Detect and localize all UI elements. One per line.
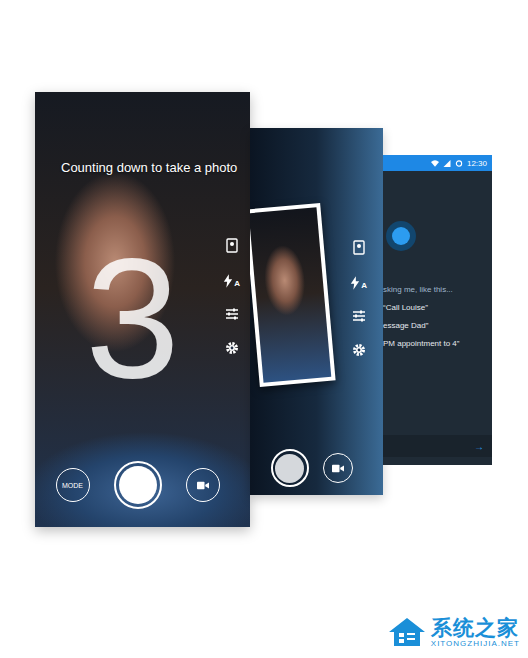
- example-phrase[interactable]: “Call Louise”: [383, 303, 488, 312]
- settings-gear-icon[interactable]: [351, 342, 367, 358]
- review-screen: A: [250, 128, 383, 495]
- assistant-prompt: sking me, like this...: [383, 285, 488, 294]
- next-arrow[interactable]: →: [474, 441, 484, 452]
- example-phrase[interactable]: PM appointment to 4”: [383, 339, 488, 348]
- camera-tools: A: [223, 238, 240, 356]
- wifi-icon: [431, 160, 439, 167]
- flash-toggle[interactable]: A: [223, 272, 240, 288]
- house-logo-icon: [387, 616, 427, 648]
- assistant-screen: 12:30 sking me, like this... “Call Louis…: [383, 155, 492, 465]
- countdown-number: 3: [85, 233, 180, 403]
- video-button[interactable]: [186, 468, 220, 502]
- adjust-icon[interactable]: [351, 308, 367, 324]
- settings-gear-icon[interactable]: [224, 340, 240, 356]
- camera-screen: Counting down to take a photo 3 A MODE: [35, 92, 250, 527]
- assistant-orb[interactable]: [386, 221, 416, 251]
- photo-thumbnail[interactable]: [250, 203, 336, 387]
- status-time: 12:30: [467, 159, 487, 168]
- video-camera-icon: [197, 481, 209, 490]
- camera-controls: MODE: [35, 461, 250, 527]
- video-button[interactable]: [323, 453, 353, 483]
- review-tools: A: [350, 240, 367, 358]
- shutter-button[interactable]: [271, 449, 309, 487]
- flash-icon: [350, 276, 360, 290]
- watermark: 系统之家 XITONGZHIJIA.NET: [387, 616, 520, 648]
- mode-button[interactable]: MODE: [56, 468, 90, 502]
- watermark-url: XITONGZHIJIA.NET: [431, 639, 520, 648]
- signal-icon: [443, 160, 451, 167]
- assistant-input-bar: →: [383, 435, 492, 457]
- countdown-caption: Counting down to take a photo: [35, 92, 250, 175]
- flash-icon: [223, 274, 233, 288]
- switch-camera-icon[interactable]: [224, 238, 240, 254]
- example-phrase[interactable]: essage Dad”: [383, 321, 488, 330]
- watermark-name: 系统之家: [431, 616, 520, 639]
- shutter-button[interactable]: [114, 461, 162, 509]
- promo-stage: Counting down to take a photo 3 A MODE A…: [0, 0, 528, 658]
- review-controls: [250, 449, 383, 487]
- alarm-icon: [455, 160, 463, 167]
- switch-camera-icon[interactable]: [351, 240, 367, 256]
- adjust-icon[interactable]: [224, 306, 240, 322]
- status-bar: 12:30: [383, 155, 492, 171]
- flash-toggle[interactable]: A: [350, 274, 367, 290]
- video-camera-icon: [332, 464, 344, 473]
